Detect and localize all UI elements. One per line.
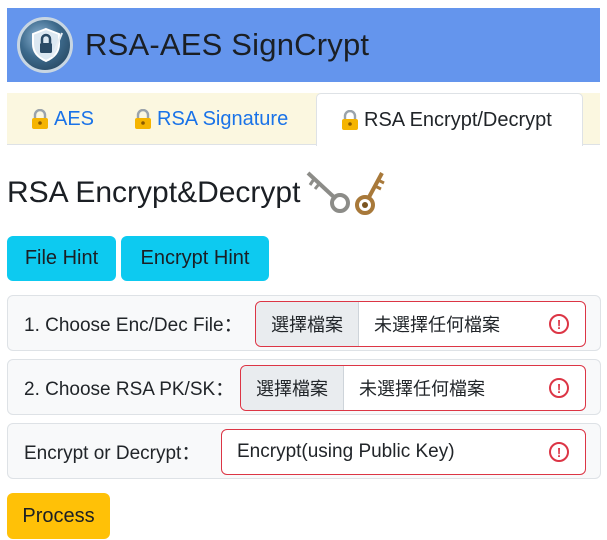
page-title: RSA Encrypt&Decrypt	[7, 175, 301, 209]
tab-label: RSA Signature	[157, 107, 289, 130]
tab-aes[interactable]: AES	[31, 93, 94, 145]
encrypt-hint-button[interactable]: Encrypt Hint	[121, 236, 269, 281]
alert-icon: !	[549, 378, 569, 398]
key-file-input[interactable]: 選擇檔案 未選擇任何檔案 !	[240, 365, 586, 411]
mode-row: Encrypt or Decrypt： Encrypt(using Public…	[7, 423, 601, 479]
alert-icon: !	[549, 314, 569, 334]
tab-rsa-signature[interactable]: RSA Signature	[134, 93, 288, 145]
app-title: RSA-AES SignCrypt	[85, 27, 370, 62]
choose-key-button[interactable]: 選擇檔案	[241, 366, 344, 410]
file-hint-button[interactable]: File Hint	[7, 236, 116, 281]
section-header: RSA Encrypt&Decrypt	[7, 165, 402, 220]
tab-label: AES	[54, 107, 95, 130]
lock-icon	[341, 109, 359, 130]
choose-file-button[interactable]: 選擇檔案	[256, 302, 359, 346]
file-label: 1. Choose Enc/Dec File：	[24, 314, 243, 336]
lock-icon	[31, 108, 49, 129]
key-label: 2. Choose RSA PK/SK：	[24, 378, 235, 400]
file-status: 未選擇任何檔案	[374, 315, 500, 335]
lock-icon	[134, 108, 152, 129]
alert-icon: !	[549, 442, 569, 462]
file-input[interactable]: 選擇檔案 未選擇任何檔案 !	[255, 301, 586, 347]
keys-icon	[302, 165, 402, 220]
file-row: 1. Choose Enc/Dec File： 選擇檔案 未選擇任何檔案 !	[7, 295, 601, 351]
key-row: 2. Choose RSA PK/SK： 選擇檔案 未選擇任何檔案 !	[7, 359, 601, 415]
tab-rsa-encrypt-decrypt[interactable]: RSA Encrypt/Decrypt	[316, 93, 583, 146]
mode-select[interactable]: Encrypt(using Public Key) !	[221, 429, 586, 475]
mode-select-value: Encrypt(using Public Key)	[237, 441, 455, 462]
mode-label: Encrypt or Decrypt：	[24, 442, 201, 464]
shield-lock-logo-icon	[17, 17, 73, 73]
process-button[interactable]: Process	[7, 493, 110, 539]
tab-label: RSA Encrypt/Decrypt	[364, 108, 552, 131]
app-header: RSA-AES SignCrypt	[7, 8, 600, 82]
tab-bar: AES RSA Signature RSA Encrypt/Decrypt	[7, 93, 600, 146]
key-file-status: 未選擇任何檔案	[359, 379, 485, 399]
